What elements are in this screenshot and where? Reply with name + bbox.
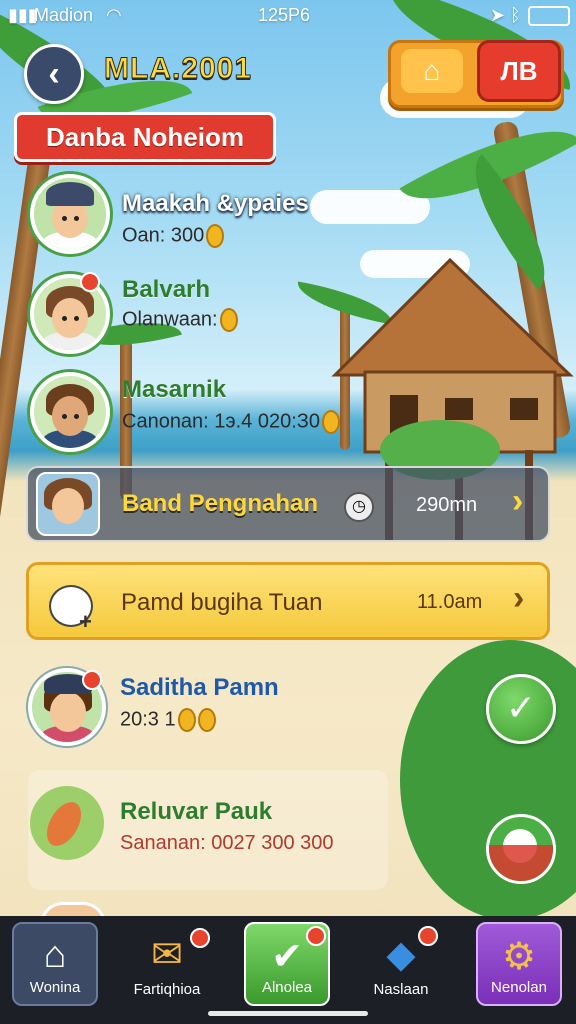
chevron-right-icon: ›: [512, 482, 524, 520]
avatar-eye: [62, 414, 67, 419]
wifi-icon: ◠: [106, 5, 122, 25]
top-action-group: ⌂ ЛB: [388, 40, 564, 108]
friend-name: Balvarh: [122, 276, 211, 303]
avatar-eye: [74, 414, 79, 419]
coin-icon: [197, 708, 216, 732]
list-item[interactable]: Band Pengnahan ◷ 290mn ›: [26, 466, 550, 542]
row-title: Reluvar Pauk: [120, 798, 273, 825]
avatar: [36, 472, 100, 536]
nav-label: Alnolea: [261, 979, 313, 996]
avatar-eye: [62, 316, 67, 321]
jungle-bush: [400, 640, 576, 920]
cat-add-icon: +: [45, 575, 97, 634]
coin-icon: [322, 410, 340, 434]
coin-icon: [219, 308, 238, 332]
notification-badge: [306, 926, 326, 946]
avatar-hat: [46, 182, 94, 206]
nav-item-settings[interactable]: ⚙ Nenolan: [476, 922, 562, 1006]
top-right-button[interactable]: ЛB: [477, 40, 561, 102]
row-detail: Sananan: 0027 300 300: [120, 832, 334, 854]
carrot-icon: [30, 786, 104, 860]
coin-icon: [177, 708, 196, 732]
avatar-face: [52, 298, 88, 338]
row-title: Band Pengnahan: [122, 490, 319, 517]
check-button[interactable]: ✓: [486, 674, 556, 744]
friend-detail: Olanwaan:: [122, 308, 238, 332]
checkmark-icon: ✓: [505, 687, 537, 728]
chevron-left-icon: ‹: [48, 54, 60, 93]
avatar[interactable]: [30, 174, 110, 254]
notification-badge: [418, 926, 438, 946]
row-detail-text: 20:3 1: [120, 708, 176, 731]
section-banner[interactable]: Danba Noheiom: [14, 112, 276, 162]
nav-label: Nenolan: [491, 979, 547, 996]
avatar-eye: [74, 316, 79, 321]
friend-detail-text: Canonan: 1э.4 020:З0: [122, 410, 320, 433]
page-title: MLA.2001: [103, 52, 253, 86]
back-button[interactable]: ‹: [24, 44, 84, 104]
avatar-eye: [62, 216, 67, 221]
clock: 125P6: [258, 5, 311, 25]
avatar-eye: [74, 216, 79, 221]
friend-name: Maakah &ypaies: [122, 190, 309, 217]
house-arrow-icon: ⌂: [423, 55, 441, 86]
timer-icon: ◷: [344, 492, 374, 522]
nav-label: Fartiqhioa: [133, 981, 201, 998]
friend-name: Masarnik: [122, 376, 227, 403]
friend-detail: Canonan: 1э.4 020:З0: [122, 410, 340, 434]
location-icon: ➤: [490, 5, 506, 25]
list-item[interactable]: + Pamd bugiha Tuan 11.0am ›: [26, 562, 550, 640]
status-bar: ▮▮▮ Madion ◠ 125P6 ➤ ᛒ: [0, 0, 576, 30]
avatar-face: [52, 396, 88, 436]
avatar-face: [50, 692, 86, 732]
home-icon: ⌂: [43, 934, 67, 976]
tag-icon: ◆: [386, 934, 416, 976]
friend-detail: Oan: 300: [122, 224, 225, 248]
avatar[interactable]: [30, 372, 110, 452]
friend-detail-text: Olanwaan:: [122, 308, 218, 331]
notification-badge: [82, 670, 102, 690]
notification-badge: [80, 272, 100, 292]
bluetooth-icon: ᛒ: [510, 5, 521, 25]
cat-mascot-button[interactable]: [486, 814, 556, 884]
battery-icon: [528, 6, 570, 26]
home-indicator[interactable]: [208, 1011, 368, 1016]
row-title: Saditha Pamn: [120, 674, 279, 701]
chat-icon: ✔: [271, 936, 303, 978]
home-up-button[interactable]: ⌂: [401, 49, 463, 93]
row-title: Pamd bugiha Tuan: [121, 589, 323, 616]
carrier-label: Madion: [34, 5, 94, 25]
row-value: 290mn: [416, 494, 478, 516]
nav-label: Naslaan: [373, 981, 429, 998]
gear-icon: ⚙: [501, 936, 537, 978]
envelope-icon: ✉: [151, 934, 183, 976]
row-value: 11.0am: [417, 591, 483, 613]
row-detail: 20:3 1: [120, 708, 216, 732]
notification-badge: [190, 928, 210, 948]
friend-detail-text: Oan: 300: [122, 224, 205, 247]
nav-item-home[interactable]: ⌂ Wonina: [12, 922, 98, 1006]
nav-label: Wonina: [29, 979, 81, 996]
coin-icon: [206, 224, 225, 248]
avatar-face: [52, 488, 84, 524]
chevron-right-icon: ›: [513, 579, 525, 617]
bottom-nav: ⌂ Wonina ✉ Fartiqhioa ✔ Alnolea ◆ Naslaa…: [0, 916, 576, 1024]
list-item[interactable]: Reluvar Pauk Sananan: 0027 300 300: [28, 770, 388, 890]
